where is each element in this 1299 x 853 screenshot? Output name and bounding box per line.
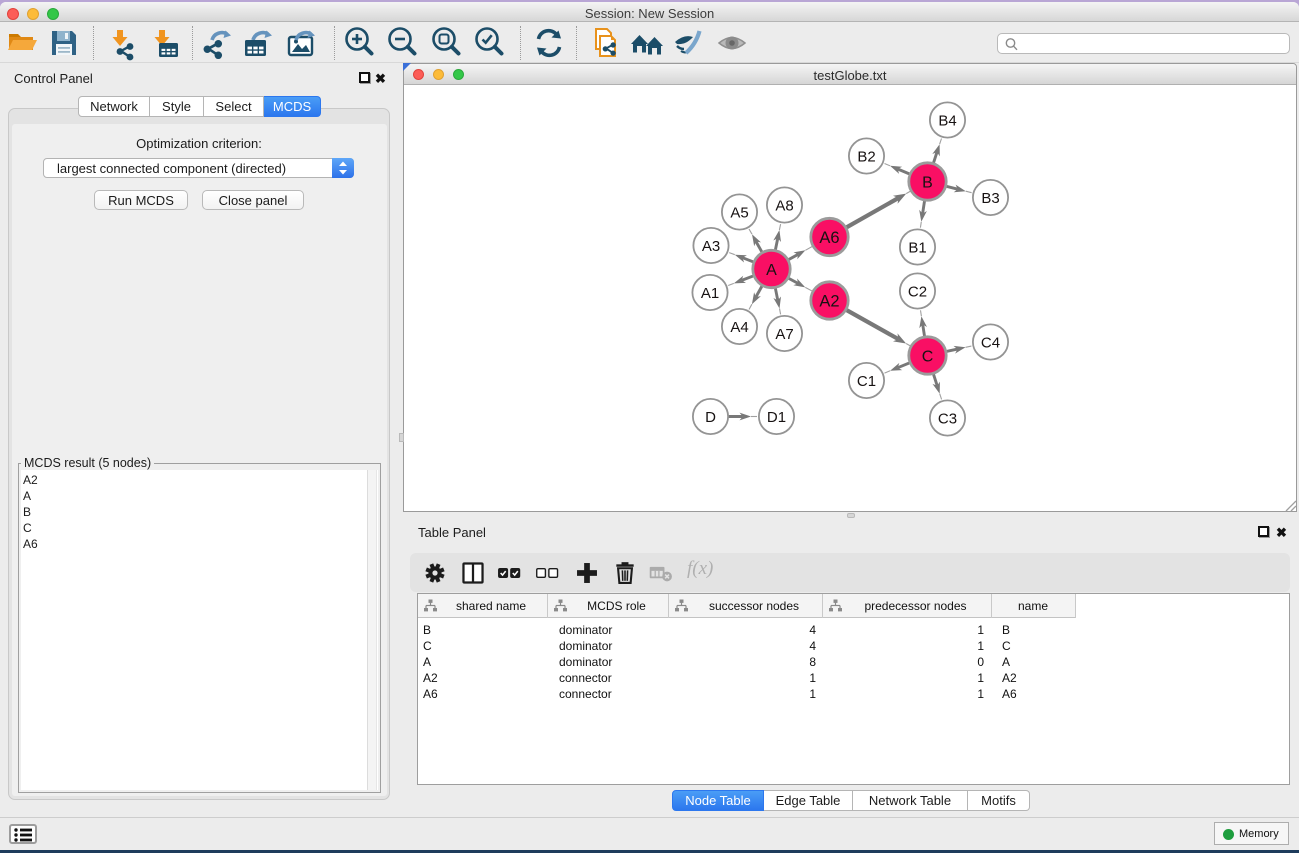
svg-text:A8: A8 <box>775 197 793 214</box>
svg-text:A5: A5 <box>730 204 748 221</box>
svg-text:C1: C1 <box>857 373 876 390</box>
svg-text:D1: D1 <box>767 409 786 426</box>
svg-text:C2: C2 <box>908 283 927 300</box>
svg-text:A1: A1 <box>701 285 719 302</box>
svg-text:A6: A6 <box>819 229 839 247</box>
svg-text:C3: C3 <box>938 410 957 427</box>
svg-text:B3: B3 <box>981 190 999 207</box>
svg-text:B2: B2 <box>857 148 875 165</box>
svg-text:A3: A3 <box>702 238 720 255</box>
svg-text:C4: C4 <box>981 334 1000 351</box>
svg-text:A2: A2 <box>819 292 839 310</box>
svg-text:B1: B1 <box>908 239 926 256</box>
svg-text:B: B <box>922 174 933 191</box>
svg-text:A: A <box>766 262 777 279</box>
svg-text:A4: A4 <box>730 319 748 336</box>
svg-text:D: D <box>705 409 716 426</box>
svg-text:C: C <box>922 348 934 365</box>
svg-text:B4: B4 <box>938 112 956 129</box>
svg-text:A7: A7 <box>775 326 793 343</box>
